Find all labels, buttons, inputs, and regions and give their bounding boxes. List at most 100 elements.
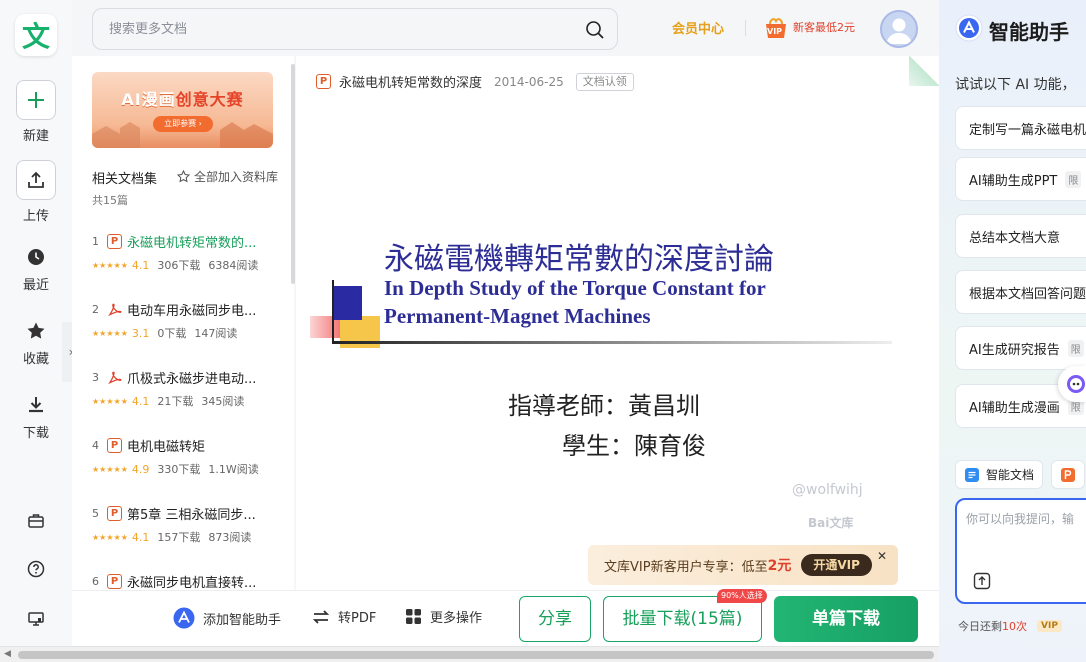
search-input[interactable] xyxy=(109,19,549,39)
related-doc-rating: 4.1 xyxy=(131,258,150,272)
horizontal-scrollbar[interactable]: ◀ xyxy=(0,646,939,662)
user-avatar[interactable] xyxy=(880,10,918,48)
bot-icon xyxy=(1064,373,1086,395)
rail-help[interactable] xyxy=(0,556,72,586)
scroll-left-icon[interactable]: ◀ xyxy=(4,649,11,659)
share-button[interactable]: 分享 xyxy=(519,596,591,642)
close-icon[interactable]: ✕ xyxy=(877,549,887,563)
single-download-button[interactable]: 单篇下载 xyxy=(774,596,918,642)
related-doc-index: 6 xyxy=(92,575,99,588)
convert-pdf-button[interactable]: 转PDF xyxy=(312,607,376,626)
open-vip-button[interactable]: 开通VIP xyxy=(801,554,872,576)
related-doc-title-row: 3 爪极式永磁步进电动... xyxy=(92,368,288,387)
related-doc-title-row: 1 P 永磁电机转矩常数的... xyxy=(92,232,288,251)
ai-quota-count: 10次 xyxy=(1002,620,1027,633)
slide-chinese-title: 永磁電機轉矩常數的深度討論 xyxy=(384,242,774,277)
more-actions-button[interactable]: 更多操作 xyxy=(405,607,482,626)
smart-doc-label: 智能文档 xyxy=(986,468,1035,482)
related-doc-title-row: 2 电动车用永磁同步电... xyxy=(92,300,288,319)
related-doc-index: 4 xyxy=(92,439,99,452)
related-doc-downloads: 0下载 xyxy=(157,327,187,340)
related-doc-title: 永磁同步电机直接转... xyxy=(127,576,257,590)
smart-doc-tool[interactable]: 智能文档 xyxy=(955,460,1044,489)
doc-list-scrollbar[interactable] xyxy=(291,64,295,284)
ppt-file-icon: P xyxy=(316,74,331,89)
related-doc-item[interactable]: 5 P 第5章 三相永磁同步... ★★★★★ 4.1 157下载 873阅读 xyxy=(92,504,288,545)
ai-suggestion-chip[interactable]: AI生成研究报告限 xyxy=(955,326,1086,370)
related-doc-index: 1 xyxy=(92,235,99,248)
ai-quota: 今日还剩 10次 VIP xyxy=(958,618,1062,634)
related-doc-index: 2 xyxy=(92,303,99,316)
doc-set-count: 共15篇 xyxy=(92,194,128,207)
related-doc-item[interactable]: 2 电动车用永磁同步电... ★★★★★ 3.1 0下载 147阅读 xyxy=(92,300,288,341)
search-icon[interactable] xyxy=(585,20,605,44)
rail-recent-label: 最近 xyxy=(22,278,49,293)
related-doc-downloads: 21下载 xyxy=(157,395,194,408)
ai-question-input[interactable] xyxy=(966,510,1086,550)
document-header: P 永磁电机转矩常数的深度 2014-06-25 文档认领 xyxy=(316,72,634,91)
toolbox-icon xyxy=(0,508,72,534)
ai-quota-prefix: 今日还剩 xyxy=(958,620,1002,633)
related-doc-stats: ★★★★★ 3.1 0下载 147阅读 xyxy=(92,325,288,341)
related-doc-title-row: 4 P 电机电磁转矩 xyxy=(92,436,288,455)
ppt-file-icon: P xyxy=(107,506,122,521)
ai-vip-badge[interactable]: VIP xyxy=(1037,620,1062,632)
slide-page: 永磁電機轉矩常數的深度討論 In Depth Study of the Torq… xyxy=(310,98,922,580)
related-doc-item[interactable]: 3 爪极式永磁步进电动... ★★★★★ 4.1 21下载 345阅读 xyxy=(92,368,288,409)
related-doc-rating: 3.1 xyxy=(131,326,150,340)
rail-toolbox[interactable] xyxy=(0,508,72,538)
related-doc-reads: 6384阅读 xyxy=(208,259,259,272)
ai-suggestion-chip[interactable]: 定制写一篇永磁电机 xyxy=(955,106,1086,150)
assistant-logo-icon xyxy=(955,14,983,46)
app-logo[interactable]: 文 xyxy=(15,14,57,56)
rail-new[interactable]: 新建 xyxy=(0,80,72,144)
vip-promo-banner[interactable]: 文库VIP新客用户专享：低至 2元 开通VIP xyxy=(588,545,898,585)
ppt-tool[interactable] xyxy=(1051,460,1085,489)
related-docs-panel: AI漫画创意大赛 立即参赛 › 相关文档集 全部加入资料库 共15篇 1 P 永磁电… xyxy=(72,56,294,590)
ai-suggestion-chip[interactable]: AI辅助生成PPT 限 xyxy=(955,157,1086,201)
related-doc-reads: 147阅读 xyxy=(194,327,238,340)
vip-promo-price: 2元 xyxy=(767,558,792,574)
rail-desktop[interactable] xyxy=(0,606,72,636)
newcomer-offer-text: 新客最低2元 xyxy=(793,21,855,34)
desktop-icon xyxy=(0,606,72,632)
page-corner-fold xyxy=(909,56,939,86)
ai-chip-label: 根据本文档回答问题 xyxy=(969,286,1086,302)
ai-assistant-title: 智能助手 xyxy=(989,19,1069,44)
slide-decoration-blue xyxy=(332,286,362,320)
pdf-file-icon xyxy=(107,302,122,317)
rating-stars-icon: ★★★★★ xyxy=(92,260,128,270)
document-date: 2014-06-25 xyxy=(494,74,564,89)
related-doc-item[interactable]: 1 P 永磁电机转矩常数的... ★★★★★ 4.1 306下载 6384阅读 xyxy=(92,232,288,273)
ai-suggestion-chip[interactable]: 总结本文档大意 xyxy=(955,214,1086,258)
upload-file-icon[interactable] xyxy=(973,572,991,594)
ai-chip-limit-tag: 限 xyxy=(1067,339,1084,357)
vip-promo-text: 文库VIP新客用户专享：低至 xyxy=(604,559,768,575)
ai-comic-banner[interactable]: AI漫画创意大赛 立即参赛 › xyxy=(92,72,273,148)
rail-recent[interactable]: 最近 xyxy=(0,244,72,293)
related-doc-downloads: 157下载 xyxy=(157,531,201,544)
grid-icon xyxy=(405,608,422,625)
ppt-tool-icon xyxy=(1060,467,1076,483)
search-box[interactable] xyxy=(92,8,618,50)
vip-center-link[interactable]: 会员中心 xyxy=(672,18,724,37)
add-all-to-library[interactable]: 全部加入资料库 xyxy=(177,168,278,185)
add-assistant-button[interactable]: 添加智能助手 xyxy=(173,607,281,629)
ai-question-box[interactable] xyxy=(955,498,1086,604)
related-doc-item[interactable]: 6 P 永磁同步电机直接转... xyxy=(92,572,288,590)
ai-suggestion-chip[interactable]: 根据本文档回答问题 xyxy=(955,270,1086,314)
horizontal-scroll-thumb[interactable] xyxy=(18,651,934,659)
related-doc-item[interactable]: 4 P 电机电磁转矩 ★★★★★ 4.9 330下载 1.1W阅读 xyxy=(92,436,288,477)
rail-favorite-label: 收藏 xyxy=(22,352,49,367)
newcomer-offer-link[interactable]: VIP 新客最低2元 xyxy=(762,14,855,40)
ppt-file-icon: P xyxy=(107,438,122,453)
add-assistant-label: 添加智能助手 xyxy=(203,612,282,628)
rail-download[interactable]: 下载 xyxy=(0,392,72,441)
claim-document-button[interactable]: 文档认领 xyxy=(575,72,634,91)
ai-chip-label: 定制写一篇永磁电机 xyxy=(969,122,1086,138)
rail-upload[interactable]: 上传 xyxy=(0,160,72,224)
banner-join-button[interactable]: 立即参赛 › xyxy=(153,116,213,132)
floating-bot-button[interactable] xyxy=(1058,366,1086,402)
related-doc-rating: 4.1 xyxy=(131,530,150,544)
rating-stars-icon: ★★★★★ xyxy=(92,464,128,474)
